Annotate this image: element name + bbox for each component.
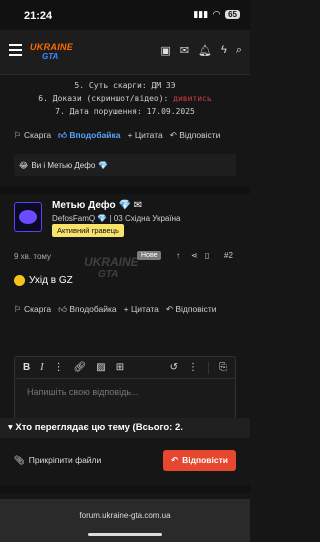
editor-toolbar: B I ⋮ 🔗︎ ▨ ⊞ ↺ ⋮ ⎘ <box>15 357 235 379</box>
reply-input[interactable]: Напишіть свою відповідь... <box>15 379 235 405</box>
avatar[interactable] <box>14 202 42 232</box>
reply-link[interactable]: ↶ Відповісти <box>170 130 221 141</box>
watermark-logo: UKRAINE GTA <box>84 255 139 280</box>
like-button[interactable]: 👍︎ Вподобайка <box>58 130 120 141</box>
post-divider <box>0 186 250 194</box>
share-icon[interactable]: ⋖ <box>191 251 198 260</box>
image-icon[interactable]: ▨ <box>96 362 105 373</box>
undo-icon[interactable]: ↺ <box>170 362 178 373</box>
post-line: 6. Докази (скриншот/відео): дивитись <box>38 94 212 103</box>
more-icon[interactable]: ⋮ <box>54 362 64 373</box>
reaction-text: Ви і Метью Дефо <box>31 160 96 170</box>
evidence-link[interactable]: дивитись <box>173 94 212 103</box>
reply-submit-button[interactable]: ↶ Відповісти <box>162 449 236 471</box>
post-line: 7. Дата порушення: 17.09.2025 <box>55 107 195 116</box>
home-indicator <box>88 533 162 536</box>
bookmark-icon[interactable]: ▯ <box>205 251 209 260</box>
search-icon[interactable]: ⌕ <box>236 44 242 57</box>
viewers-heading[interactable]: ▾ Хто переглядає цю тему (Всього: 2. <box>0 418 250 438</box>
post-actions: ⚐ Скарга 👍︎ Вподобайка + Цитата ↶ Відпов… <box>0 300 250 318</box>
author-name[interactable]: Метью Дефо 💎 ✉ <box>52 200 142 211</box>
signal-icon: ▮▮▮ <box>193 9 209 19</box>
quote-button[interactable]: + Цитата <box>124 304 159 314</box>
paperclip-icon: 📎︎ <box>14 454 25 465</box>
arrow-up-icon[interactable]: ↑ <box>176 251 180 260</box>
post-line: 5. Суть скарги: ДМ ЗЭ <box>74 81 176 90</box>
diamond-icon: 💎 <box>118 200 131 211</box>
editor-footer: 📎︎ Прикріпити файли ↶ Відповісти <box>14 449 236 471</box>
previous-post-body: 5. Суть скарги: ДМ ЗЭ 6. Докази (скриншо… <box>0 75 250 118</box>
status-badge: Активний гравець <box>52 224 124 237</box>
battery-indicator: 65 <box>225 10 240 19</box>
user-avatar-icon[interactable]: ▣ <box>160 44 170 57</box>
site-logo[interactable]: UKRAINE GTA <box>30 42 85 64</box>
status-time: 21:24 <box>24 10 53 22</box>
complain-button[interactable]: ⚐ Скарга <box>14 130 51 141</box>
quote-button[interactable]: + Цитата <box>128 130 163 140</box>
more-icon[interactable]: ⋮ <box>188 362 198 373</box>
post-time[interactable]: 9 хв. тому <box>14 252 51 261</box>
like-button[interactable]: 👍︎ Вподобайка <box>58 304 117 315</box>
preview-icon[interactable]: ⎘ <box>219 362 227 373</box>
reply-link[interactable]: ↶ Відповісти <box>166 304 217 315</box>
status-bar: 21:24 ▮▮▮ ◠ 65 <box>0 0 250 30</box>
logo-line2: GTA <box>42 52 59 61</box>
logo-line1: UKRAINE <box>30 42 74 52</box>
nav-icons: ▣ ✉ 🔔︎ ϟ ⌕ <box>160 44 242 57</box>
lightning-icon[interactable]: ϟ <box>221 44 227 57</box>
smile-emoji-icon <box>14 274 25 286</box>
insert-icon[interactable]: ⊞ <box>116 362 124 373</box>
previous-post-actions: ⚐ Скарга 👍︎ Вподобайка + Цитата ↶ Відпов… <box>0 126 250 144</box>
reaction-icon: 😂 <box>19 160 29 170</box>
post-text: Ухід в GZ <box>29 274 73 286</box>
diamond-icon: 💎 <box>98 160 109 170</box>
browser-url-bar: forum.ukraine-gta.com.ua <box>0 499 250 542</box>
menu-icon[interactable] <box>9 44 22 56</box>
bold-icon[interactable]: B <box>23 362 30 373</box>
notifications-icon[interactable]: 🔔︎ <box>198 44 212 57</box>
url-text[interactable]: forum.ukraine-gta.com.ua <box>0 511 250 520</box>
top-navbar: UKRAINE GTA ▣ ✉ 🔔︎ ϟ ⌕ <box>0 30 250 75</box>
attach-files-button[interactable]: 📎︎ Прикріпити файли <box>14 455 101 466</box>
post-author: Метью Дефо 💎 ✉ DefosFamQ 💎 | 03 Східна У… <box>0 194 250 248</box>
link-icon[interactable]: 🔗︎ <box>74 362 87 373</box>
section-divider <box>0 485 250 493</box>
complain-button[interactable]: ⚐ Скарга <box>14 304 51 315</box>
author-subtitle: DefosFamQ 💎 | 03 Східна Україна <box>52 214 181 223</box>
messages-icon[interactable]: ✉ <box>180 44 189 57</box>
mail-icon[interactable]: ✉ <box>134 200 142 211</box>
post-number[interactable]: #2 <box>224 251 233 260</box>
reply-icon: ↶ <box>170 454 179 465</box>
italic-icon[interactable]: I <box>40 362 43 373</box>
reactions-bar[interactable]: 😂 Ви і Метью Дефо 💎 <box>14 154 236 176</box>
status-icons: ▮▮▮ ◠ 65 <box>193 9 240 20</box>
wifi-icon: ◠ <box>213 9 221 19</box>
